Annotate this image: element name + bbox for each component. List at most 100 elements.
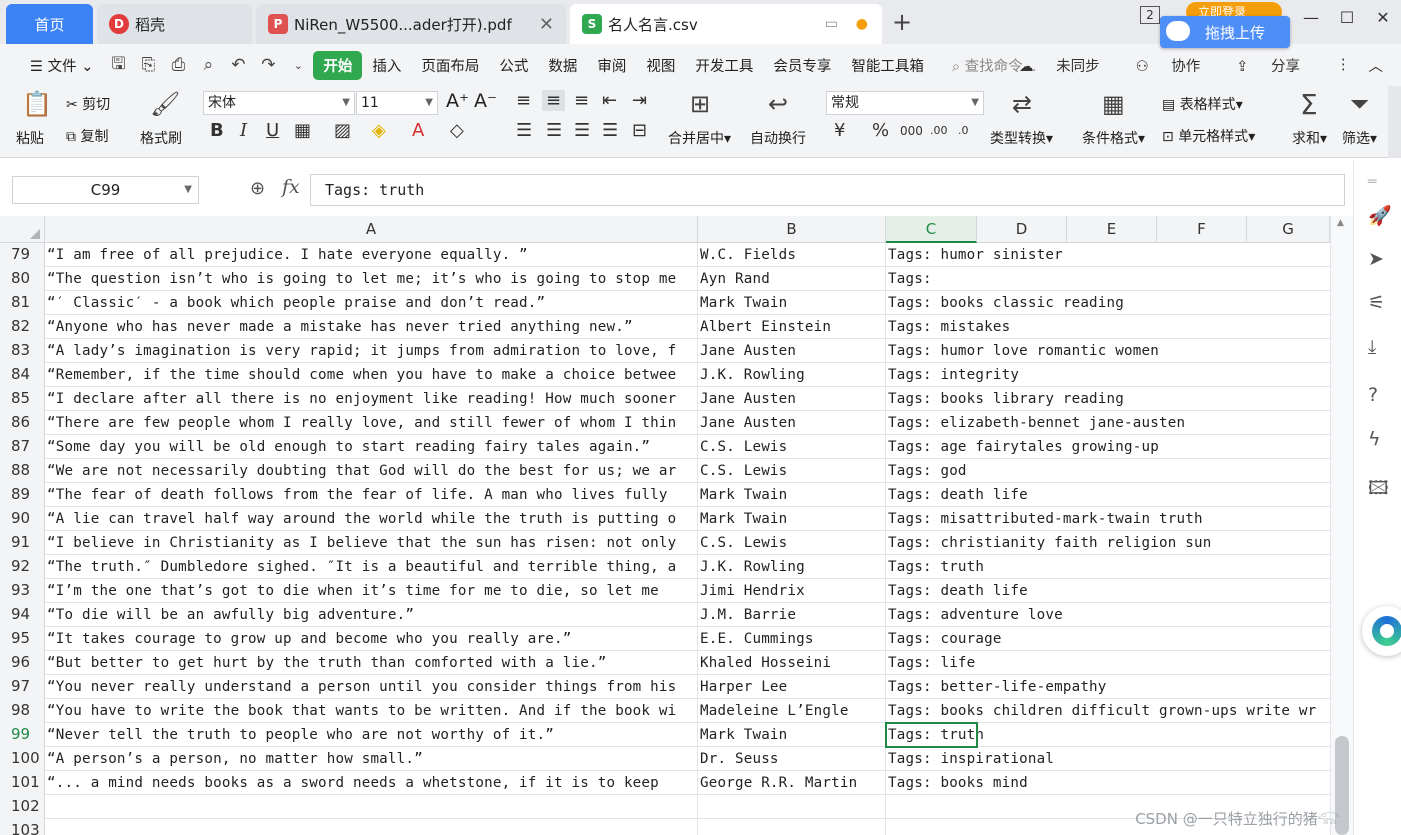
cell-c[interactable]: Tags: god xyxy=(886,459,1330,483)
cell-a[interactable]: “We are not necessarily doubting that Go… xyxy=(45,459,698,483)
align-right-icon[interactable]: ☰ xyxy=(574,120,590,141)
cell-c[interactable]: Tags: elizabeth-bennet jane-austen xyxy=(886,411,1330,435)
row-header[interactable]: 102 xyxy=(0,795,45,819)
cell-a[interactable]: “Never tell the truth to people who are … xyxy=(45,723,698,747)
number-format-select[interactable]: 常规 ▼ xyxy=(826,91,984,115)
column-header-b[interactable]: B xyxy=(698,216,886,243)
menu-member[interactable]: 会员专享 xyxy=(763,55,841,76)
table-style-button[interactable]: ▤ 表格样式▾ xyxy=(1162,94,1243,114)
menu-view[interactable]: 视图 xyxy=(636,55,685,76)
row-header[interactable]: 79 xyxy=(0,243,45,267)
cell-b[interactable]: Mark Twain xyxy=(698,723,886,747)
sum-button[interactable]: 求和▾ xyxy=(1292,128,1327,148)
close-icon[interactable]: ✕ xyxy=(539,14,554,35)
decrease-decimal-icon[interactable]: .0 xyxy=(958,124,969,137)
justify-icon[interactable]: ☰ xyxy=(602,120,618,141)
font-color-icon[interactable]: A xyxy=(412,120,424,141)
cell-style-button[interactable]: ⊡ 单元格样式▾ xyxy=(1162,126,1255,146)
scroll-up-icon[interactable]: ▲ xyxy=(1337,218,1344,228)
format-painter-icon[interactable]: 🖌 xyxy=(150,90,180,118)
cell-b[interactable]: C.S. Lewis xyxy=(698,459,886,483)
row-header[interactable]: 101 xyxy=(0,771,45,795)
minimize-icon[interactable]: — xyxy=(1293,8,1329,27)
page-badge[interactable]: 2 xyxy=(1140,6,1160,24)
type-convert-icon[interactable]: ⇄ xyxy=(1012,90,1032,118)
underline-icon[interactable]: U xyxy=(266,120,279,141)
cell-b[interactable]: Mark Twain xyxy=(698,291,886,315)
cell-a[interactable] xyxy=(45,795,698,819)
cell-b[interactable]: Jimi Hendrix xyxy=(698,579,886,603)
menu-review[interactable]: 审阅 xyxy=(587,55,636,76)
cell-a[interactable]: “To die will be an awfully big adventure… xyxy=(45,603,698,627)
cell-c[interactable]: Tags: death life xyxy=(886,483,1330,507)
cell-c[interactable]: Tags: adventure love xyxy=(886,603,1330,627)
cell-b[interactable]: Jane Austen xyxy=(698,339,886,363)
name-box[interactable]: C99 ▼ xyxy=(12,176,199,204)
cell-a[interactable]: “Anyone who has never made a mistake has… xyxy=(45,315,698,339)
row-header[interactable]: 92 xyxy=(0,555,45,579)
paste-icon[interactable]: 📋 xyxy=(22,90,52,118)
tab-daoke[interactable]: D 稻壳 xyxy=(97,4,252,44)
row-header[interactable]: 80 xyxy=(0,267,45,291)
cell-b[interactable]: J.M. Barrie xyxy=(698,603,886,627)
merge-center-icon[interactable]: ⊞ xyxy=(690,90,710,118)
cell-b[interactable]: Albert Einstein xyxy=(698,315,886,339)
cell-c[interactable]: Tags: inspirational xyxy=(886,747,1330,771)
decrease-font-icon[interactable]: A⁻ xyxy=(474,90,497,112)
redo-icon[interactable]: ↷ xyxy=(253,55,283,75)
currency-icon[interactable]: ¥ xyxy=(834,120,845,141)
tab-csv[interactable]: S 名人名言.csv ▭ ● xyxy=(570,4,882,44)
quick-access-dropdown-icon[interactable]: ⌄ xyxy=(283,59,313,72)
row-header[interactable]: 88 xyxy=(0,459,45,483)
vertical-scrollbar[interactable]: ▲ xyxy=(1330,216,1353,835)
row-header[interactable]: 84 xyxy=(0,363,45,387)
cell-b[interactable]: Mark Twain xyxy=(698,483,886,507)
cell-c[interactable]: Tags: humor love romantic women xyxy=(886,339,1330,363)
cell-c[interactable]: Tags: books library reading xyxy=(886,387,1330,411)
menu-formula[interactable]: 公式 xyxy=(489,55,538,76)
row-header[interactable]: 87 xyxy=(0,435,45,459)
row-header[interactable]: 90 xyxy=(0,507,45,531)
cell-a[interactable]: “Remember, if the time should come when … xyxy=(45,363,698,387)
row-header[interactable]: 99 xyxy=(0,723,45,747)
cell-a[interactable]: “I declare after all there is no enjoyme… xyxy=(45,387,698,411)
maximize-icon[interactable]: ☐ xyxy=(1329,8,1365,27)
cell-c[interactable]: Tags: christianity faith religion sun xyxy=(886,531,1330,555)
print-icon[interactable]: ⎙ xyxy=(163,55,193,75)
cell-a[interactable] xyxy=(45,819,698,835)
row-header[interactable]: 100 xyxy=(0,747,45,771)
column-header-a[interactable]: A xyxy=(45,216,698,243)
menu-start[interactable]: 开始 xyxy=(313,50,363,80)
row-header[interactable]: 82 xyxy=(0,315,45,339)
type-convert-button[interactable]: 类型转换▾ xyxy=(990,128,1053,148)
cell-b[interactable]: Dr. Seuss xyxy=(698,747,886,771)
undo-icon[interactable]: ↶ xyxy=(223,55,253,75)
row-header[interactable]: 97 xyxy=(0,675,45,699)
align-middle-icon[interactable]: ≡ xyxy=(542,90,566,111)
row-header[interactable]: 98 xyxy=(0,699,45,723)
cut-button[interactable]: ✂ 剪切 xyxy=(66,94,110,114)
column-header-e[interactable]: E xyxy=(1067,216,1157,243)
cell-c[interactable]: Tags: truth xyxy=(886,555,1330,579)
thousands-icon[interactable]: 000 xyxy=(900,124,923,138)
align-center-icon[interactable]: ☰ xyxy=(546,120,562,141)
cell-b[interactable]: W.C. Fields xyxy=(698,243,886,267)
cell-a[interactable]: “I’m the one that’s got to die when it’s… xyxy=(45,579,698,603)
backup-icon[interactable]: ⤓ xyxy=(1368,336,1376,358)
merge-center-button[interactable]: 合并居中▾ xyxy=(668,128,731,148)
clear-format-icon[interactable]: ◇ xyxy=(450,120,464,141)
drag-handle-icon[interactable]: ═ xyxy=(1368,174,1376,190)
cell-b[interactable]: Harper Lee xyxy=(698,675,886,699)
cell-c[interactable]: Tags: better-life-empathy xyxy=(886,675,1330,699)
menu-data[interactable]: 数据 xyxy=(538,55,587,76)
cell-a[interactable]: “A person’s a person, no matter how smal… xyxy=(45,747,698,771)
fill-color-icon[interactable]: ◈ xyxy=(372,120,386,141)
cell-b[interactable]: C.S. Lewis xyxy=(698,531,886,555)
cell-c[interactable]: Tags: humor sinister xyxy=(886,243,1330,267)
help-icon[interactable]: ? xyxy=(1368,384,1378,406)
cell-a[interactable]: “A lie can travel half way around the wo… xyxy=(45,507,698,531)
menu-page-layout[interactable]: 页面布局 xyxy=(411,55,489,76)
border-icon[interactable]: ▦ xyxy=(294,120,311,141)
increase-decimal-icon[interactable]: .00 xyxy=(930,124,948,137)
sum-icon[interactable]: Σ xyxy=(1300,88,1318,121)
